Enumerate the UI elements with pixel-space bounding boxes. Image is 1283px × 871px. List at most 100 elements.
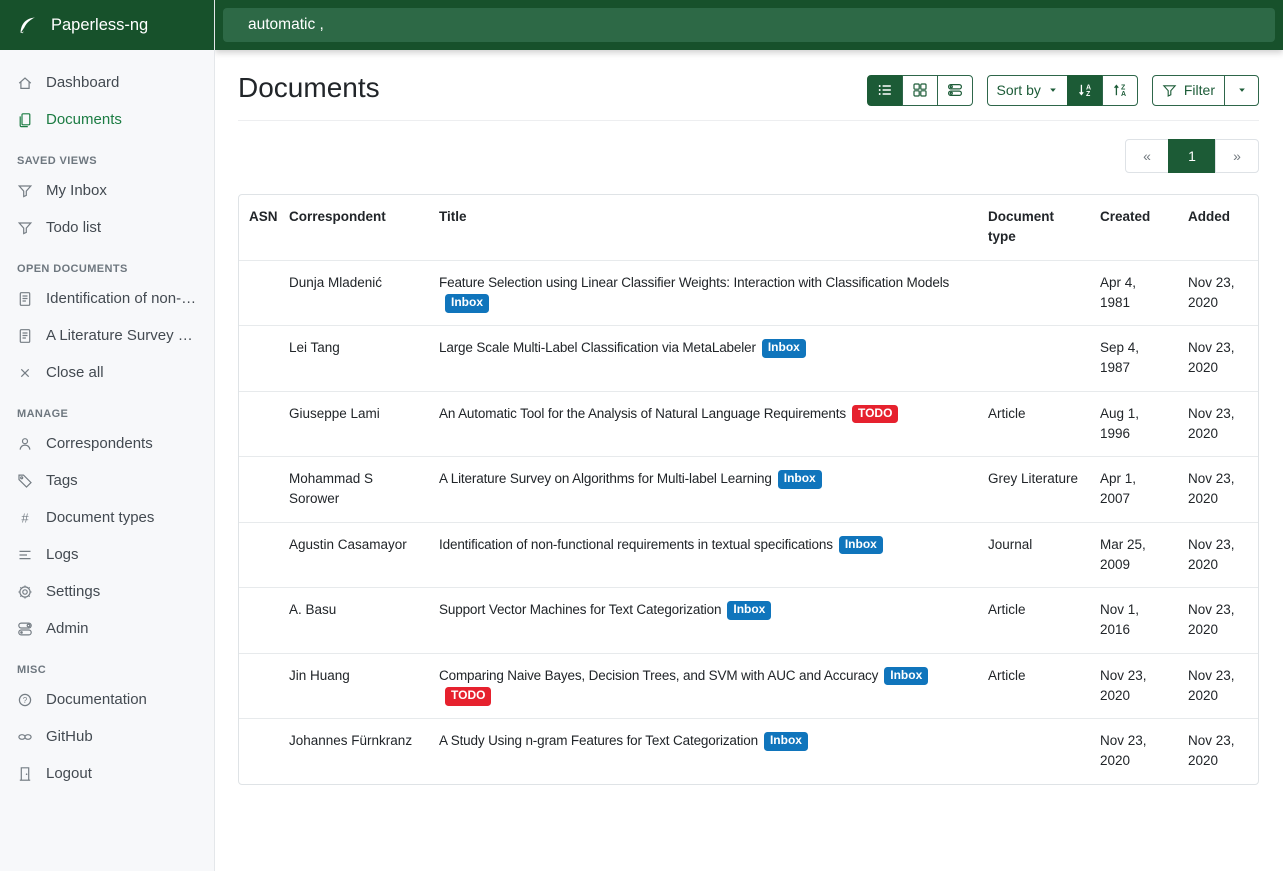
sidebar-item-admin[interactable]: Admin bbox=[0, 610, 214, 647]
document-title-link[interactable]: A Literature Survey on Algorithms for Mu… bbox=[439, 471, 772, 486]
correspondent-link[interactable]: Agustin Casamayor bbox=[289, 537, 407, 552]
tag-badge-inbox[interactable]: Inbox bbox=[727, 601, 771, 620]
sidebar-section-list-saved-views: My InboxTodo list bbox=[0, 172, 214, 246]
cell-added: Nov 23, 2020 bbox=[1178, 260, 1258, 326]
sidebar-item-label: Documents bbox=[46, 109, 122, 130]
sort-by-button[interactable]: Sort by bbox=[987, 75, 1068, 106]
tag-badge-inbox[interactable]: Inbox bbox=[764, 732, 808, 751]
sort-descending-button[interactable]: A Z bbox=[1067, 75, 1103, 106]
sidebar-item-tags[interactable]: Tags bbox=[0, 462, 214, 499]
table-header-row: ASNCorrespondentTitleDocument typeCreate… bbox=[239, 195, 1258, 260]
toggles-icon bbox=[17, 621, 33, 637]
cell-title: Large Scale Multi-Label Classification v… bbox=[429, 325, 978, 391]
column-header-created[interactable]: Created bbox=[1090, 195, 1178, 260]
correspondent-link[interactable]: Jin Huang bbox=[289, 668, 350, 683]
filter-dropdown-button[interactable] bbox=[1224, 75, 1259, 106]
cell-created: Nov 23, 2020 bbox=[1090, 653, 1178, 719]
cell-created: Nov 23, 2020 bbox=[1090, 718, 1178, 784]
sidebar-item-a-literature-survey-on[interactable]: A Literature Survey on ... bbox=[0, 317, 214, 354]
pagination: « 1 » bbox=[1125, 139, 1259, 173]
column-header-title[interactable]: Title bbox=[429, 195, 978, 260]
filter-label: Filter bbox=[1184, 82, 1215, 98]
correspondent-link[interactable]: Giuseppe Lami bbox=[289, 406, 380, 421]
cell-created: Sep 4, 1987 bbox=[1090, 325, 1178, 391]
list-view-button[interactable] bbox=[867, 75, 903, 106]
document-type-link[interactable]: Article bbox=[988, 602, 1026, 617]
filter-button[interactable]: Filter bbox=[1152, 75, 1225, 106]
column-header-asn[interactable]: ASN bbox=[239, 195, 279, 260]
correspondent-link[interactable]: A. Basu bbox=[289, 602, 336, 617]
table-row: Jin Huang Comparing Naive Bayes, Decisio… bbox=[239, 653, 1258, 719]
tag-badge-inbox[interactable]: Inbox bbox=[884, 667, 928, 686]
cell-document-type: Grey Literature bbox=[978, 456, 1090, 522]
pagination-prev-button[interactable]: « bbox=[1125, 139, 1169, 173]
app-brand[interactable]: Paperless-ng bbox=[0, 0, 214, 50]
sidebar-item-github[interactable]: GitHub bbox=[0, 718, 214, 755]
document-title-link[interactable]: Feature Selection using Linear Classifie… bbox=[439, 275, 949, 290]
sidebar-item-dashboard[interactable]: Dashboard bbox=[0, 64, 214, 101]
sidebar-item-settings[interactable]: Settings bbox=[0, 573, 214, 610]
sidebar-item-documentation[interactable]: ? Documentation bbox=[0, 681, 214, 718]
cell-asn bbox=[239, 522, 279, 588]
sidebar-item-logout[interactable]: Logout bbox=[0, 755, 214, 792]
correspondent-link[interactable]: Dunja Mladenić bbox=[289, 275, 382, 290]
tag-badge-inbox[interactable]: Inbox bbox=[762, 339, 806, 358]
document-title-link[interactable]: A Study Using n-gram Features for Text C… bbox=[439, 733, 758, 748]
cell-document-type bbox=[978, 260, 1090, 326]
svg-text:?: ? bbox=[23, 695, 28, 704]
column-header-document-type[interactable]: Document type bbox=[978, 195, 1090, 260]
tag-badge-inbox[interactable]: Inbox bbox=[778, 470, 822, 489]
app-window: Paperless-ng DashboardDocumentsSAVED VIE… bbox=[0, 0, 1283, 871]
document-title-link[interactable]: Comparing Naive Bayes, Decision Trees, a… bbox=[439, 668, 878, 683]
document-type-link[interactable]: Journal bbox=[988, 537, 1032, 552]
cell-asn bbox=[239, 260, 279, 326]
pagination-row: « 1 » bbox=[238, 139, 1259, 173]
sidebar-item-label: Documentation bbox=[46, 689, 147, 710]
document-type-link[interactable]: Article bbox=[988, 668, 1026, 683]
table-row: Mohammad S Sorower A Literature Survey o… bbox=[239, 456, 1258, 522]
sort-by-label: Sort by bbox=[997, 82, 1041, 98]
tag-badge-todo[interactable]: TODO bbox=[445, 687, 491, 706]
correspondent-link[interactable]: Lei Tang bbox=[289, 340, 340, 355]
document-title-link[interactable]: Identification of non-functional require… bbox=[439, 537, 833, 552]
cell-added: Nov 23, 2020 bbox=[1178, 522, 1258, 588]
correspondent-link[interactable]: Johannes Fürnkranz bbox=[289, 733, 412, 748]
sort-alpha-down-icon: A Z bbox=[1077, 82, 1093, 98]
table-row: Giuseppe Lami An Automatic Tool for the … bbox=[239, 391, 1258, 457]
detail-view-button[interactable] bbox=[937, 75, 973, 106]
question-circle-icon: ? bbox=[17, 692, 33, 708]
correspondent-link[interactable]: Mohammad S Sorower bbox=[289, 471, 373, 506]
document-type-link[interactable]: Grey Literature bbox=[988, 471, 1078, 486]
home-icon bbox=[17, 75, 33, 91]
sidebar-item-document-types[interactable]: #Document types bbox=[0, 499, 214, 536]
door-icon bbox=[17, 766, 33, 782]
sidebar-section-list-manage: CorrespondentsTags#Document typesLogsSet… bbox=[0, 425, 214, 647]
cell-added: Nov 23, 2020 bbox=[1178, 325, 1258, 391]
document-title-link[interactable]: An Automatic Tool for the Analysis of Na… bbox=[439, 406, 846, 421]
column-header-correspondent[interactable]: Correspondent bbox=[279, 195, 429, 260]
search-input[interactable] bbox=[223, 8, 1275, 42]
tag-badge-inbox[interactable]: Inbox bbox=[445, 294, 489, 313]
tag-badge-inbox[interactable]: Inbox bbox=[839, 536, 883, 555]
pagination-page-1-button[interactable]: 1 bbox=[1168, 139, 1216, 173]
sidebar-item-documents[interactable]: Documents bbox=[0, 101, 214, 138]
sidebar-item-my-inbox[interactable]: My Inbox bbox=[0, 172, 214, 209]
cell-correspondent: Mohammad S Sorower bbox=[279, 456, 429, 522]
document-title-link[interactable]: Large Scale Multi-Label Classification v… bbox=[439, 340, 756, 355]
sort-ascending-button[interactable]: Z A bbox=[1102, 75, 1138, 106]
sidebar-item-logs[interactable]: Logs bbox=[0, 536, 214, 573]
sidebar-item-close-all[interactable]: Close all bbox=[0, 354, 214, 391]
document-type-link[interactable]: Article bbox=[988, 406, 1026, 421]
sidebar-item-todo-list[interactable]: Todo list bbox=[0, 209, 214, 246]
pagination-next-button[interactable]: » bbox=[1215, 139, 1259, 173]
sidebar-item-identification-of-non-fu[interactable]: Identification of non-fu... bbox=[0, 280, 214, 317]
grid-view-button[interactable] bbox=[902, 75, 938, 106]
cell-correspondent: Lei Tang bbox=[279, 325, 429, 391]
sidebar-item-correspondents[interactable]: Correspondents bbox=[0, 425, 214, 462]
table-head: ASNCorrespondentTitleDocument typeCreate… bbox=[239, 195, 1258, 260]
sidebar-item-label: Admin bbox=[46, 618, 89, 639]
tag-badge-todo[interactable]: TODO bbox=[852, 405, 898, 424]
sidebar-section-heading-misc: MISC bbox=[17, 664, 197, 676]
document-title-link[interactable]: Support Vector Machines for Text Categor… bbox=[439, 602, 721, 617]
column-header-added[interactable]: Added bbox=[1178, 195, 1258, 260]
